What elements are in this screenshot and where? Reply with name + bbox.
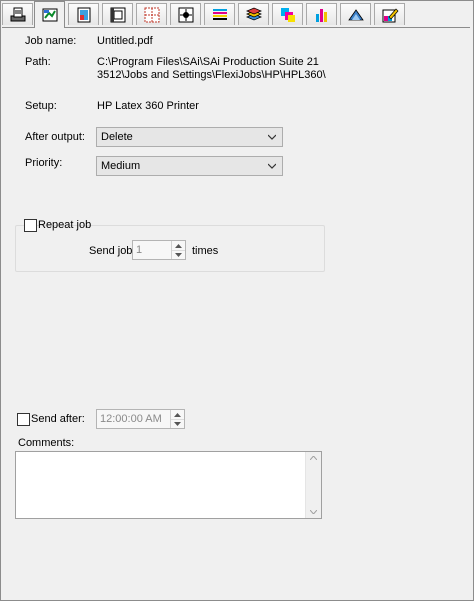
priority-select[interactable]: Medium — [96, 156, 283, 176]
comments-scrollbar[interactable] — [305, 452, 321, 518]
cut-icon — [347, 8, 364, 20]
times-label: times — [192, 245, 219, 257]
layers-icon — [245, 7, 262, 20]
path-value-line1: C:\Program Files\SAi\SAi Production Suit… — [97, 56, 319, 68]
after-output-selected: Delete — [101, 131, 133, 143]
after-output-select[interactable]: Delete — [96, 127, 283, 147]
path-label: Path: — [25, 56, 51, 68]
send-after-spin-buttons — [170, 410, 184, 428]
caret-down-icon — [175, 252, 182, 257]
tab-job-settings[interactable] — [34, 1, 65, 28]
edit-color-icon — [382, 7, 398, 22]
marks-icon — [178, 7, 193, 22]
color-page-icon — [77, 7, 90, 22]
tiling-icon — [144, 7, 159, 22]
send-after-time-value: 12:00:00 AM — [100, 413, 162, 425]
repeat-count-spin-buttons — [171, 241, 185, 259]
comments-textarea[interactable] — [15, 451, 322, 519]
send-after-time-stepper[interactable]: 12:00:00 AM — [96, 409, 185, 429]
repeat-job-checkbox[interactable] — [24, 219, 37, 232]
color-strips-icon — [212, 8, 227, 20]
caret-down-icon — [310, 510, 317, 514]
caret-down-icon — [174, 421, 181, 426]
tab-ink-bars[interactable] — [306, 3, 337, 25]
printer-job-icon — [10, 7, 25, 21]
tab-marks[interactable] — [170, 3, 201, 25]
send-after-checkbox[interactable] — [17, 413, 30, 426]
tab-cut[interactable] — [340, 3, 371, 25]
send-after-decrement[interactable] — [171, 419, 184, 428]
job-name-value: Untitled.pdf — [97, 35, 153, 47]
chevron-down-icon — [268, 134, 276, 140]
job-settings-icon — [42, 8, 57, 22]
path-value-line2: 3512\Jobs and Settings\FlexiJobs\HP\HPL3… — [97, 69, 326, 81]
priority-selected: Medium — [101, 160, 141, 172]
setup-value: HP Latex 360 Printer — [97, 100, 199, 112]
tab-edit-color[interactable] — [374, 3, 405, 25]
send-job-label: Send job — [89, 245, 133, 257]
repeat-count-decrement[interactable] — [172, 250, 185, 259]
setup-label: Setup: — [25, 100, 57, 112]
color-swatch-icon — [280, 7, 295, 22]
priority-label: Priority: — [25, 157, 63, 169]
caret-up-icon — [310, 456, 317, 460]
tab-color-swatch[interactable] — [272, 3, 303, 25]
repeat-count-value: 1 — [136, 244, 143, 256]
job-name-label: Job name: — [25, 35, 77, 47]
media-icon — [110, 7, 125, 22]
caret-up-icon — [174, 412, 181, 417]
after-output-label: After output: — [25, 131, 85, 143]
tab-tiling[interactable] — [136, 3, 167, 25]
chevron-down-icon — [268, 163, 276, 169]
caret-up-icon — [175, 243, 182, 248]
repeat-job-label: Repeat job — [38, 219, 92, 231]
tab-color-page[interactable] — [68, 3, 99, 25]
send-after-label: Send after: — [31, 413, 85, 425]
tab-color-strips[interactable] — [204, 3, 235, 25]
tab-printer-job[interactable] — [2, 3, 33, 25]
tab-layers[interactable] — [238, 3, 269, 25]
repeat-count-stepper[interactable]: 1 — [132, 240, 186, 260]
comments-label: Comments: — [18, 437, 75, 449]
ink-bars-icon — [315, 8, 327, 22]
tab-media[interactable] — [102, 3, 133, 25]
tab-strip — [2, 1, 470, 28]
